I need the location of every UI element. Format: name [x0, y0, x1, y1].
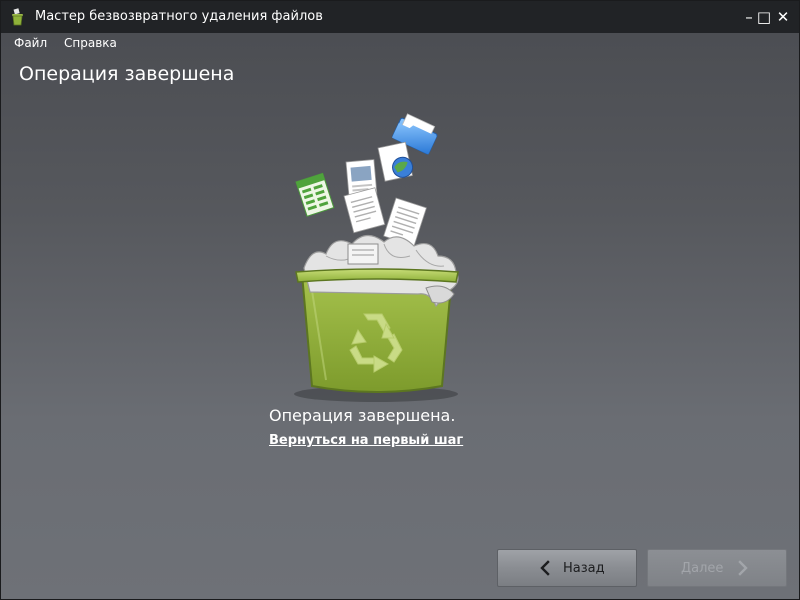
menu-bar: Файл Справка — [1, 33, 799, 53]
page-title: Операция завершена — [19, 63, 235, 85]
chevron-left-icon — [540, 560, 550, 576]
title-bar[interactable]: Мастер безвозвратного удаления файлов – … — [1, 1, 799, 33]
back-button[interactable]: Назад — [497, 549, 637, 587]
menu-file[interactable]: Файл — [14, 36, 47, 50]
next-button-label: Далее — [681, 561, 724, 576]
chevron-right-icon — [738, 560, 748, 576]
next-button[interactable]: Далее — [647, 549, 787, 587]
operation-complete-text: Операция завершена. — [269, 406, 456, 425]
back-button-label: Назад — [563, 561, 605, 576]
trash-bin-with-files-icon — [294, 113, 459, 402]
close-button[interactable]: ✕ — [771, 5, 795, 29]
menu-help[interactable]: Справка — [64, 36, 117, 50]
main-window: Мастер безвозвратного удаления файлов – … — [0, 0, 800, 600]
trash-bin-icon — [12, 8, 23, 26]
window-title: Мастер безвозвратного удаления файлов — [35, 9, 323, 24]
return-to-first-step-link[interactable]: Вернуться на первый шаг — [269, 433, 463, 448]
